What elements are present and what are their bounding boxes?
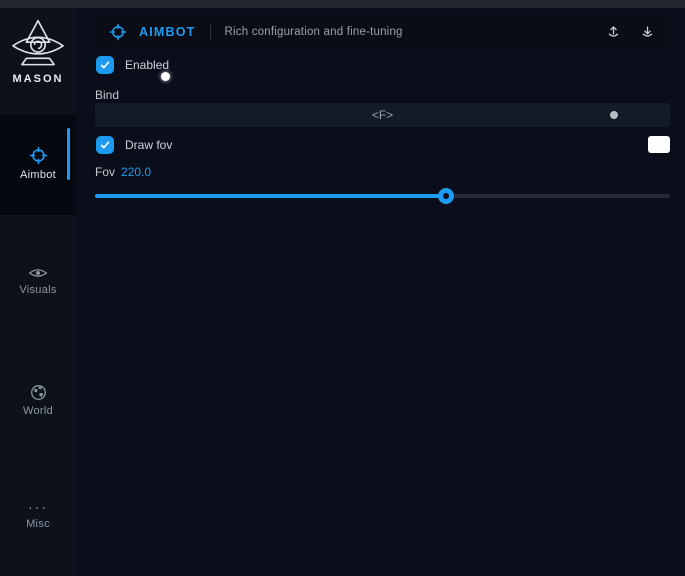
crosshair-icon [29,146,48,165]
fov-color-swatch[interactable] [648,136,670,153]
bind-input[interactable]: <F> [95,103,670,127]
bind-label: Bind [95,88,119,102]
enabled-label: Enabled [125,58,169,72]
ellipsis-icon: ··· [0,502,76,512]
upload-icon [606,24,621,39]
enabled-row: Enabled [96,56,169,74]
export-config-button[interactable] [600,20,626,44]
sidebar-item-aimbot[interactable]: Aimbot [0,115,76,215]
header-divider [210,24,211,40]
app-window: MASON Aimbot Visuals World ··· Misc [0,0,685,576]
fov-label-row: Fov 220.0 [95,165,151,179]
fov-label: Fov [95,165,115,179]
globe-icon [30,384,47,401]
check-icon [99,59,111,71]
mason-eye-pyramid-icon [9,18,67,70]
panel-subtitle: Rich configuration and fine-tuning [225,26,403,38]
sidebar: MASON Aimbot Visuals World ··· Misc [0,8,76,576]
fov-value: 220.0 [121,165,151,179]
main-panel: AIMBOT Rich configuration and fine-tunin… [76,8,685,576]
sidebar-item-misc[interactable]: ··· Misc [0,502,76,530]
bind-value: <F> [372,108,393,122]
window-top-strip [0,0,685,8]
download-icon [640,24,655,39]
enabled-checkbox[interactable] [96,56,114,74]
sidebar-item-label: Aimbot [0,169,76,181]
sidebar-item-label: Misc [0,518,76,530]
brand-name: MASON [0,73,76,85]
check-icon [99,139,111,151]
import-config-button[interactable] [634,20,660,44]
draw-fov-row: Draw fov [96,136,172,154]
eye-icon [28,266,48,280]
draw-fov-label: Draw fov [125,138,172,152]
panel-title: AIMBOT [139,25,196,39]
fov-slider-fill [95,194,446,198]
bind-indicator-dot [610,111,618,119]
brand-logo: MASON [0,18,76,85]
active-indicator [67,128,70,180]
mouse-cursor [161,72,170,81]
sidebar-item-label: World [0,405,76,417]
sidebar-item-world[interactable]: World [0,384,76,417]
crosshair-icon [109,23,127,41]
sidebar-item-visuals[interactable]: Visuals [0,266,76,296]
draw-fov-checkbox[interactable] [96,136,114,154]
panel-header: AIMBOT Rich configuration and fine-tunin… [95,15,670,48]
fov-slider-handle[interactable] [438,188,454,204]
fov-slider[interactable] [95,186,670,206]
sidebar-item-label: Visuals [0,284,76,296]
